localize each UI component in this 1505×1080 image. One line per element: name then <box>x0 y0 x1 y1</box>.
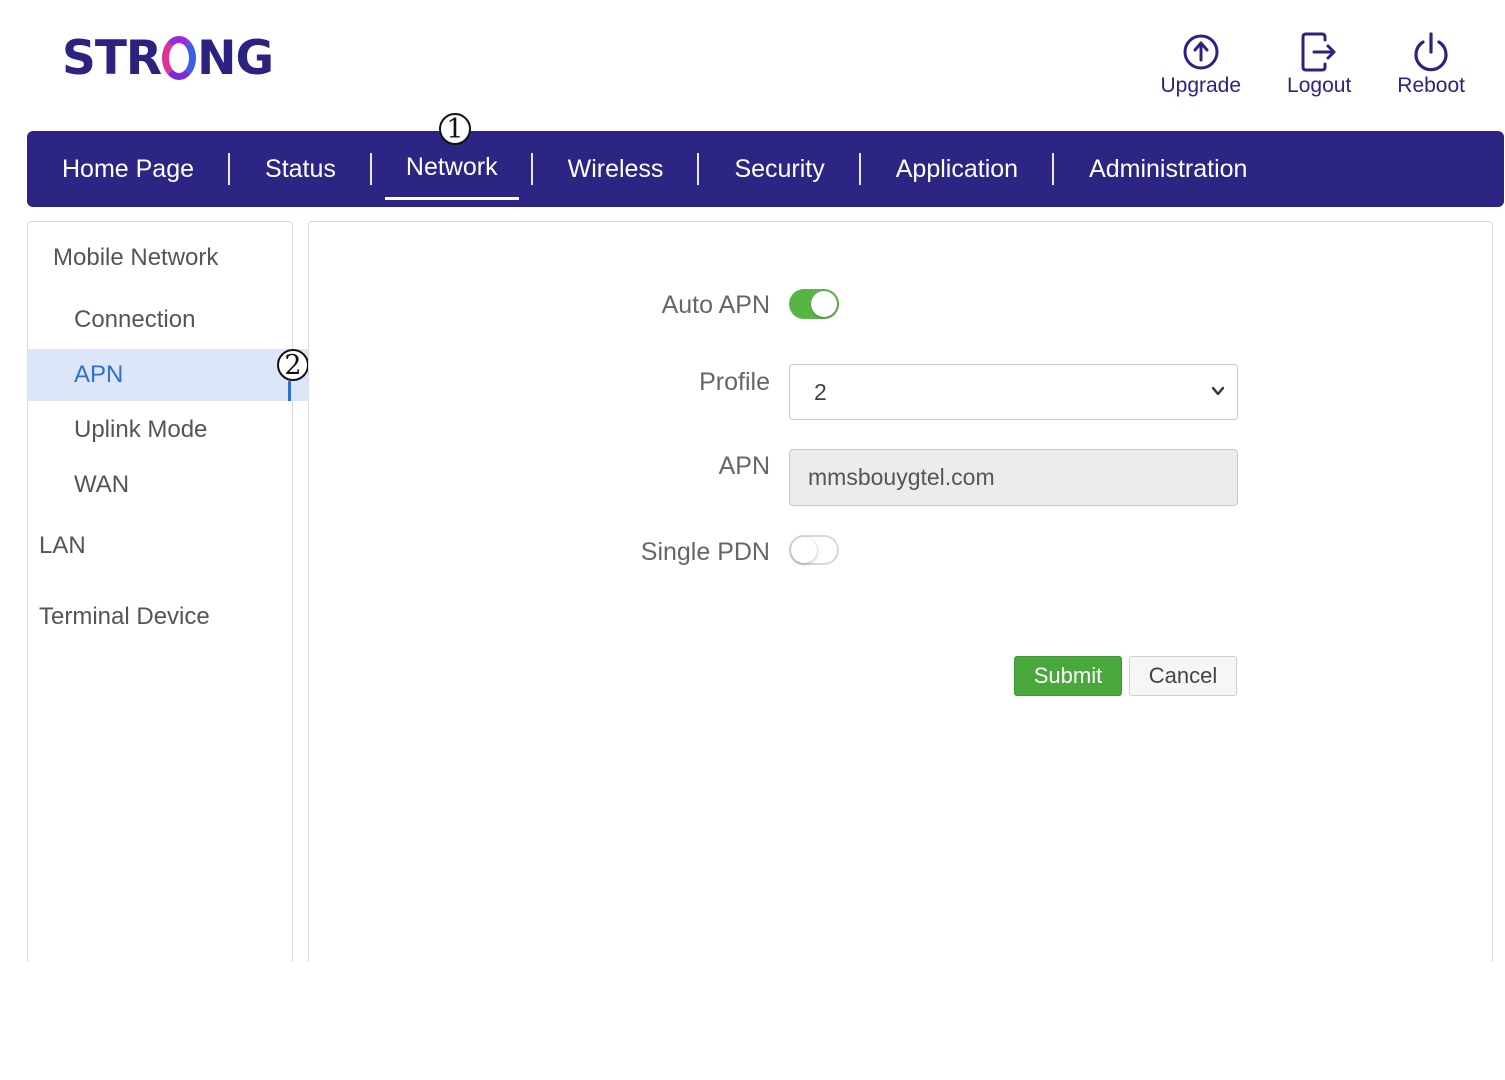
nav-divider <box>530 153 533 185</box>
sidebar-section-lan[interactable]: LAN <box>28 520 303 572</box>
single-pdn-toggle[interactable] <box>789 535 839 565</box>
sidebar-item-connection[interactable]: Connection <box>28 294 338 346</box>
main-nav: Home Page Status Network Wireless Securi… <box>27 131 1504 207</box>
upload-circle-icon <box>1183 34 1219 70</box>
logo-text-right: NG <box>197 30 274 86</box>
logout-icon <box>1301 32 1336 72</box>
nav-divider <box>369 153 372 185</box>
cancel-button[interactable]: Cancel <box>1129 656 1237 696</box>
chevron-down-icon <box>1211 386 1225 396</box>
header-actions: Upgrade Logout Reboot <box>1114 30 1465 98</box>
auto-apn-label: Auto APN <box>661 291 770 319</box>
logout-label: Logout <box>1287 74 1352 97</box>
upgrade-button[interactable]: Upgrade <box>1160 30 1241 98</box>
nav-wireless[interactable]: Wireless <box>568 131 664 207</box>
nav-network-label: Network <box>405 152 498 181</box>
toggle-knob <box>811 291 837 317</box>
sidebar-item-uplink-mode[interactable]: Uplink Mode <box>28 404 338 456</box>
apn-field[interactable]: mmsbouygtel.com <box>789 449 1238 506</box>
step-marker-1: 1 <box>439 113 471 145</box>
nav-security[interactable]: Security <box>734 131 824 207</box>
logout-button[interactable]: Logout <box>1287 30 1351 98</box>
nav-administration[interactable]: Administration <box>1089 131 1247 207</box>
nav-divider <box>697 153 700 185</box>
power-icon <box>1414 32 1448 72</box>
sidebar-section-mobile-network[interactable]: Mobile Network <box>28 232 317 284</box>
logo-text-left: STR <box>62 30 162 86</box>
auto-apn-toggle[interactable] <box>789 289 839 319</box>
reboot-button[interactable]: Reboot <box>1397 30 1465 98</box>
apn-settings-panel <box>308 221 1493 962</box>
sidebar: Mobile Network Connection APN Uplink Mod… <box>27 221 338 962</box>
profile-select[interactable]: 2 <box>789 364 1238 420</box>
nav-application[interactable]: Application <box>896 131 1018 207</box>
profile-label: Profile <box>699 368 770 396</box>
upgrade-label: Upgrade <box>1160 74 1242 97</box>
toggle-knob <box>791 537 817 563</box>
nav-divider <box>858 153 861 185</box>
nav-home-page[interactable]: Home Page <box>62 131 194 207</box>
sidebar-item-wan[interactable]: WAN <box>28 459 338 511</box>
submit-button[interactable]: Submit <box>1014 656 1122 696</box>
sidebar-section-terminal-device[interactable]: Terminal Device <box>28 591 303 643</box>
sidebar-active-indicator <box>288 381 291 401</box>
nav-divider <box>1052 153 1055 185</box>
apn-field-value: mmsbouygtel.com <box>808 464 995 490</box>
apn-label: APN <box>718 452 770 480</box>
nav-divider <box>228 153 231 185</box>
step-marker-2: 2 <box>277 349 309 381</box>
strong-logo: STR NG <box>62 30 274 86</box>
nav-status[interactable]: Status <box>265 131 336 207</box>
logo-o-ring <box>162 36 197 80</box>
reboot-label: Reboot <box>1397 74 1465 97</box>
single-pdn-label: Single PDN <box>640 538 770 566</box>
profile-select-value: 2 <box>814 378 827 405</box>
